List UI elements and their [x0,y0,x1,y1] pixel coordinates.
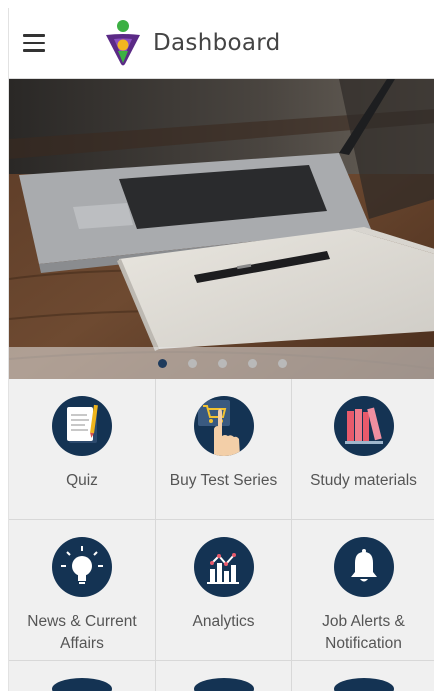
tile-label: Analytics [192,613,255,630]
tile-partial[interactable] [292,661,434,691]
tile-job-alerts[interactable]: Job Alerts & Notification [292,520,434,661]
bar-chart-icon [193,537,254,597]
partial-tile-icon [193,678,254,691]
lightbulb-icon [52,537,112,597]
tile-news-current-affairs[interactable]: News & Current Affairs [9,520,156,661]
carousel-slide-image [9,79,434,379]
app-screen: Dashboard Quiz Buy Test Series Study mat… [8,8,434,691]
tile-study-materials[interactable]: Study materials [292,379,434,520]
carousel-indicators [9,347,434,379]
dashboard-grid: Quiz Buy Test Series Study materials New… [9,379,434,691]
cart-hand-icon [193,396,254,456]
tile-analytics[interactable]: Analytics [156,520,292,661]
partial-tile-icon [52,678,112,691]
tile-label: Study materials [310,472,417,489]
carousel-dot-2[interactable] [187,358,197,368]
tile-label: Job Alerts & Notification [322,613,405,652]
page-title: Dashboard [153,30,281,56]
carousel-dot-1[interactable] [157,358,167,368]
tile-label: Buy Test Series [169,472,278,489]
partial-tile-icon [333,678,394,691]
books-icon [333,396,394,456]
carousel-dot-3[interactable] [217,358,227,368]
image-carousel[interactable] [9,79,434,379]
tile-label: Quiz [66,472,98,489]
tile-quiz[interactable]: Quiz [9,379,156,520]
hamburger-menu-icon[interactable] [9,8,65,79]
quiz-clipboard-icon [52,396,112,456]
app-logo-icon [106,20,140,66]
carousel-dot-4[interactable] [247,358,257,368]
carousel-dot-5[interactable] [277,358,287,368]
tile-buy-test-series[interactable]: Buy Test Series [156,379,292,520]
bell-icon [333,537,394,597]
tile-partial[interactable] [9,661,156,691]
tile-partial[interactable] [156,661,292,691]
tile-label: News & Current Affairs [27,613,137,652]
app-bar: Dashboard [9,8,434,79]
